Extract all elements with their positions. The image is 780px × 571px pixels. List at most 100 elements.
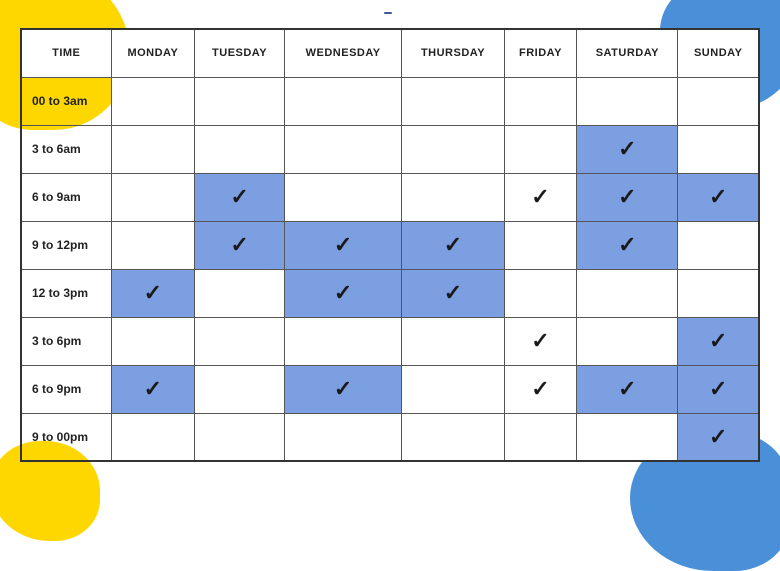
table-wrapper: TIMEMONDAYTUESDAYWEDNESDAYTHURSDAYFRIDAY… bbox=[20, 28, 760, 462]
data-cell-r6-c4: ✓ bbox=[504, 365, 577, 413]
table-row: 12 to 3pm ✓ ✓ ✓ bbox=[21, 269, 759, 317]
data-cell-r7-c1 bbox=[195, 413, 285, 461]
data-cell-r0-c5 bbox=[577, 77, 678, 125]
data-cell-r6-c6: ✓ bbox=[678, 365, 759, 413]
data-cell-r1-c3 bbox=[402, 125, 504, 173]
data-cell-r4-c1 bbox=[195, 269, 285, 317]
data-cell-r2-c0 bbox=[111, 173, 195, 221]
data-cell-r0-c2 bbox=[284, 77, 402, 125]
check-mark: ✓ bbox=[618, 232, 636, 257]
check-mark: ✓ bbox=[444, 232, 462, 257]
data-cell-r6-c0: ✓ bbox=[111, 365, 195, 413]
data-cell-r6-c2: ✓ bbox=[284, 365, 402, 413]
data-cell-r3-c2: ✓ bbox=[284, 221, 402, 269]
col-header-friday: FRIDAY bbox=[504, 29, 577, 77]
data-cell-r3-c6 bbox=[678, 221, 759, 269]
table-row: 6 to 9am ✓ ✓ ✓ ✓ bbox=[21, 173, 759, 221]
col-header-tuesday: TUESDAY bbox=[195, 29, 285, 77]
data-cell-r3-c1: ✓ bbox=[195, 221, 285, 269]
check-mark: ✓ bbox=[144, 376, 162, 401]
data-cell-r2-c1: ✓ bbox=[195, 173, 285, 221]
check-mark: ✓ bbox=[709, 184, 727, 209]
check-mark: ✓ bbox=[709, 376, 727, 401]
data-cell-r5-c2 bbox=[284, 317, 402, 365]
table-row: 6 to 9pm ✓ ✓ ✓ ✓ ✓ bbox=[21, 365, 759, 413]
check-mark: ✓ bbox=[531, 184, 549, 209]
check-mark: ✓ bbox=[230, 184, 248, 209]
check-mark: ✓ bbox=[444, 280, 462, 305]
data-cell-r4-c3: ✓ bbox=[402, 269, 504, 317]
data-cell-r4-c0: ✓ bbox=[111, 269, 195, 317]
col-header-sunday: SUNDAY bbox=[678, 29, 759, 77]
table-row: 3 to 6pm ✓ ✓ bbox=[21, 317, 759, 365]
check-mark: ✓ bbox=[618, 136, 636, 161]
table-row: 9 to 00pm ✓ bbox=[21, 413, 759, 461]
data-cell-r0-c6 bbox=[678, 77, 759, 125]
schedule-table: TIMEMONDAYTUESDAYWEDNESDAYTHURSDAYFRIDAY… bbox=[20, 28, 760, 462]
data-cell-r3-c4 bbox=[504, 221, 577, 269]
time-cell-1: 3 to 6am bbox=[21, 125, 111, 173]
table-row: 00 to 3am bbox=[21, 77, 759, 125]
data-cell-r7-c4 bbox=[504, 413, 577, 461]
time-cell-7: 9 to 00pm bbox=[21, 413, 111, 461]
data-cell-r4-c6 bbox=[678, 269, 759, 317]
data-cell-r3-c3: ✓ bbox=[402, 221, 504, 269]
table-row: 3 to 6am ✓ bbox=[21, 125, 759, 173]
brand-icon bbox=[384, 12, 392, 14]
data-cell-r1-c4 bbox=[504, 125, 577, 173]
data-cell-r1-c6 bbox=[678, 125, 759, 173]
brand-row bbox=[384, 12, 396, 14]
data-cell-r7-c3 bbox=[402, 413, 504, 461]
col-header-monday: MONDAY bbox=[111, 29, 195, 77]
data-cell-r7-c6: ✓ bbox=[678, 413, 759, 461]
check-mark: ✓ bbox=[334, 376, 352, 401]
data-cell-r2-c3 bbox=[402, 173, 504, 221]
table-body: 00 to 3am3 to 6am✓6 to 9am✓✓✓✓9 to 12pm✓… bbox=[21, 77, 759, 461]
time-cell-0: 00 to 3am bbox=[21, 77, 111, 125]
data-cell-r1-c2 bbox=[284, 125, 402, 173]
data-cell-r6-c5: ✓ bbox=[577, 365, 678, 413]
data-cell-r1-c1 bbox=[195, 125, 285, 173]
check-mark: ✓ bbox=[618, 184, 636, 209]
data-cell-r7-c2 bbox=[284, 413, 402, 461]
check-mark: ✓ bbox=[144, 280, 162, 305]
data-cell-r5-c4: ✓ bbox=[504, 317, 577, 365]
time-cell-5: 3 to 6pm bbox=[21, 317, 111, 365]
time-cell-4: 12 to 3pm bbox=[21, 269, 111, 317]
data-cell-r7-c0 bbox=[111, 413, 195, 461]
data-cell-r4-c2: ✓ bbox=[284, 269, 402, 317]
check-mark: ✓ bbox=[531, 328, 549, 353]
col-header-thursday: THURSDAY bbox=[402, 29, 504, 77]
data-cell-r1-c0 bbox=[111, 125, 195, 173]
data-cell-r5-c1 bbox=[195, 317, 285, 365]
data-cell-r7-c5 bbox=[577, 413, 678, 461]
data-cell-r4-c5 bbox=[577, 269, 678, 317]
data-cell-r0-c4 bbox=[504, 77, 577, 125]
data-cell-r0-c1 bbox=[195, 77, 285, 125]
col-header-wednesday: WEDNESDAY bbox=[284, 29, 402, 77]
data-cell-r2-c4: ✓ bbox=[504, 173, 577, 221]
data-cell-r6-c3 bbox=[402, 365, 504, 413]
data-cell-r2-c5: ✓ bbox=[577, 173, 678, 221]
data-cell-r4-c4 bbox=[504, 269, 577, 317]
data-cell-r2-c6: ✓ bbox=[678, 173, 759, 221]
check-mark: ✓ bbox=[709, 424, 727, 449]
data-cell-r0-c0 bbox=[111, 77, 195, 125]
data-cell-r5-c0 bbox=[111, 317, 195, 365]
data-cell-r2-c2 bbox=[284, 173, 402, 221]
data-cell-r6-c1 bbox=[195, 365, 285, 413]
time-cell-2: 6 to 9am bbox=[21, 173, 111, 221]
data-cell-r5-c6: ✓ bbox=[678, 317, 759, 365]
data-cell-r0-c3 bbox=[402, 77, 504, 125]
check-mark: ✓ bbox=[531, 376, 549, 401]
check-mark: ✓ bbox=[230, 232, 248, 257]
page-content: TIMEMONDAYTUESDAYWEDNESDAYTHURSDAYFRIDAY… bbox=[0, 0, 780, 472]
data-cell-r5-c3 bbox=[402, 317, 504, 365]
data-cell-r1-c5: ✓ bbox=[577, 125, 678, 173]
check-mark: ✓ bbox=[334, 280, 352, 305]
col-header-saturday: SATURDAY bbox=[577, 29, 678, 77]
check-mark: ✓ bbox=[618, 376, 636, 401]
table-header-row: TIMEMONDAYTUESDAYWEDNESDAYTHURSDAYFRIDAY… bbox=[21, 29, 759, 77]
time-cell-6: 6 to 9pm bbox=[21, 365, 111, 413]
check-mark: ✓ bbox=[334, 232, 352, 257]
